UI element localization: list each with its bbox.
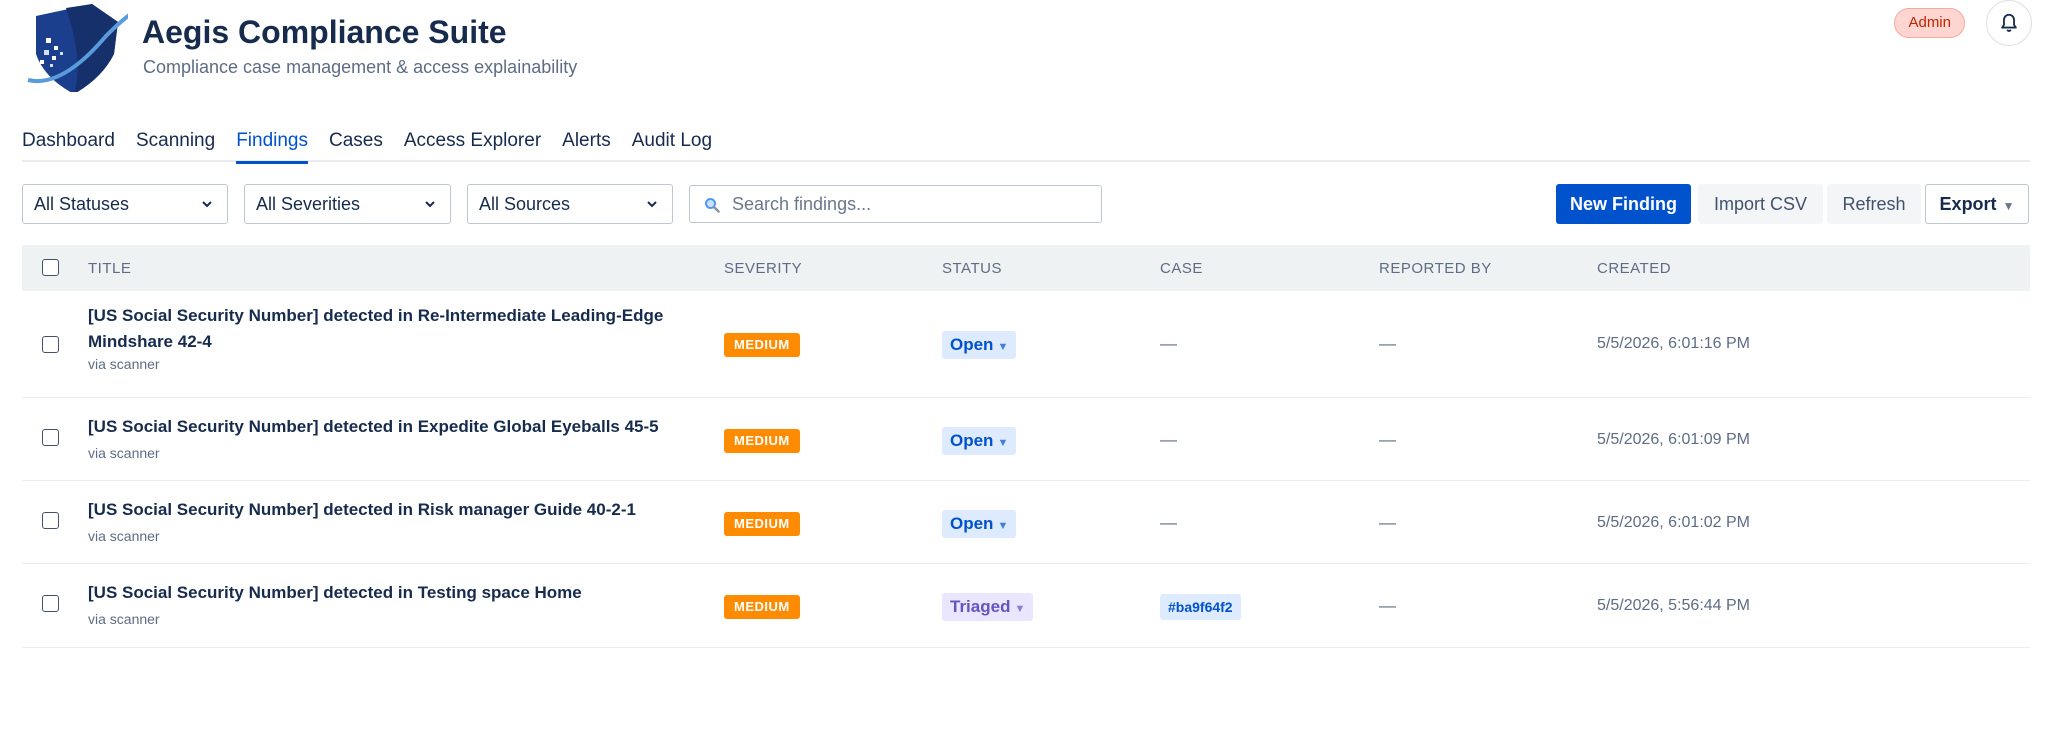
- tab-findings[interactable]: Findings: [236, 128, 308, 164]
- status-filter-value: All Statuses: [34, 194, 130, 214]
- column-header-severity[interactable]: SEVERITY: [724, 260, 802, 277]
- chevron-down-icon: [425, 201, 435, 208]
- main-nav: Dashboard Scanning Findings Cases Access…: [22, 128, 2030, 164]
- case-empty: —: [1160, 430, 1177, 449]
- created-timestamp: 5/5/2026, 6:01:16 PM: [1597, 335, 1750, 352]
- role-badge: Admin: [1894, 8, 1965, 38]
- severity-badge: MEDIUM: [724, 429, 800, 453]
- row-checkbox[interactable]: [42, 595, 59, 612]
- search-input[interactable]: [732, 186, 1092, 222]
- status-dropdown[interactable]: Open ▼: [942, 510, 1017, 538]
- tab-cases[interactable]: Cases: [329, 128, 383, 162]
- finding-title-link[interactable]: [US Social Security Number] detected in …: [88, 414, 659, 440]
- table-row[interactable]: [US Social Security Number] detected in …: [22, 398, 2030, 481]
- tab-scanning[interactable]: Scanning: [136, 128, 215, 162]
- tab-alerts[interactable]: Alerts: [562, 128, 611, 162]
- export-button[interactable]: Export ▼: [1925, 184, 2029, 224]
- created-timestamp: 5/5/2026, 6:01:09 PM: [1597, 431, 1750, 448]
- status-label: Open: [950, 335, 994, 354]
- finding-title-line: [US Social Security Number] detected in …: [88, 306, 664, 325]
- reported-by-empty: —: [1379, 513, 1396, 532]
- column-header-reported-by[interactable]: REPORTED BY: [1379, 260, 1492, 277]
- app-title: Aegis Compliance Suite: [142, 14, 507, 50]
- severity-badge: MEDIUM: [724, 333, 800, 357]
- column-header-created[interactable]: CREATED: [1597, 260, 1671, 277]
- status-dropdown[interactable]: Open ▼: [942, 331, 1017, 359]
- source-filter-select[interactable]: All Sources: [467, 184, 673, 224]
- finding-title-line: Mindshare 42-4: [88, 332, 212, 351]
- notifications-button[interactable]: [1986, 0, 2032, 46]
- case-link[interactable]: #ba9f64f2: [1160, 594, 1241, 620]
- status-label: Open: [950, 514, 994, 533]
- table-row[interactable]: [US Social Security Number] detected in …: [22, 564, 2030, 648]
- case-empty: —: [1160, 513, 1177, 532]
- created-timestamp: 5/5/2026, 6:01:02 PM: [1597, 514, 1750, 531]
- severity-filter-value: All Severities: [256, 194, 361, 214]
- status-dropdown[interactable]: Triaged ▼: [942, 593, 1034, 621]
- search-box: [689, 185, 1102, 223]
- finding-title-link[interactable]: [US Social Security Number] detected in …: [88, 497, 636, 523]
- finding-source: via scanner: [88, 528, 160, 544]
- row-checkbox[interactable]: [42, 512, 59, 529]
- row-checkbox[interactable]: [42, 336, 59, 353]
- severity-badge: MEDIUM: [724, 512, 800, 536]
- finding-source: via scanner: [88, 611, 160, 627]
- status-filter-select[interactable]: All Statuses: [22, 184, 228, 224]
- import-csv-button[interactable]: Import CSV: [1698, 184, 1823, 224]
- refresh-button[interactable]: Refresh: [1827, 184, 1921, 224]
- column-header-case[interactable]: CASE: [1160, 260, 1203, 277]
- table-header: TITLE SEVERITY STATUS CASE REPORTED BY C…: [22, 245, 2030, 291]
- caret-down-icon: ▼: [997, 341, 1009, 353]
- case-empty: —: [1160, 334, 1177, 353]
- caret-down-icon: ▼: [997, 437, 1009, 449]
- caret-down-icon: ▼: [2002, 199, 2015, 213]
- new-finding-button[interactable]: New Finding: [1556, 184, 1691, 224]
- severity-filter-select[interactable]: All Severities: [244, 184, 451, 224]
- column-header-status[interactable]: STATUS: [942, 260, 1002, 277]
- table-row[interactable]: [US Social Security Number] detected in …: [22, 291, 2030, 398]
- caret-down-icon: ▼: [997, 520, 1009, 532]
- finding-title-link[interactable]: [US Social Security Number] detected in …: [88, 580, 582, 606]
- column-header-title[interactable]: TITLE: [88, 260, 131, 277]
- severity-badge: MEDIUM: [724, 595, 800, 619]
- created-timestamp: 5/5/2026, 5:56:44 PM: [1597, 597, 1750, 614]
- status-label: Open: [950, 431, 994, 450]
- bell-icon: [2001, 13, 2017, 32]
- search-icon: [705, 198, 720, 213]
- chevron-down-icon: [202, 201, 212, 208]
- export-label: Export: [1939, 194, 1997, 214]
- reported-by-empty: —: [1379, 334, 1396, 353]
- row-checkbox[interactable]: [42, 429, 59, 446]
- app-subtitle: Compliance case management & access expl…: [143, 57, 578, 77]
- caret-down-icon: ▼: [1014, 603, 1026, 615]
- shield-logo-icon: [27, 4, 128, 92]
- reported-by-empty: —: [1379, 596, 1396, 615]
- select-all-checkbox[interactable]: [42, 259, 59, 276]
- finding-title-link[interactable]: [US Social Security Number] detected in …: [88, 303, 663, 355]
- finding-source: via scanner: [88, 445, 160, 461]
- status-dropdown[interactable]: Open ▼: [942, 427, 1017, 455]
- chevron-down-icon: [647, 201, 657, 208]
- app-header: Aegis Compliance Suite Compliance case m…: [22, 0, 2032, 95]
- tab-dashboard[interactable]: Dashboard: [22, 128, 115, 162]
- source-filter-value: All Sources: [479, 194, 571, 214]
- tab-access-explorer[interactable]: Access Explorer: [404, 128, 541, 162]
- finding-source: via scanner: [88, 356, 160, 372]
- reported-by-empty: —: [1379, 430, 1396, 449]
- findings-table: TITLE SEVERITY STATUS CASE REPORTED BY C…: [22, 245, 2030, 648]
- tab-audit-log[interactable]: Audit Log: [632, 128, 712, 162]
- status-label: Triaged: [950, 597, 1011, 616]
- table-row[interactable]: [US Social Security Number] detected in …: [22, 481, 2030, 564]
